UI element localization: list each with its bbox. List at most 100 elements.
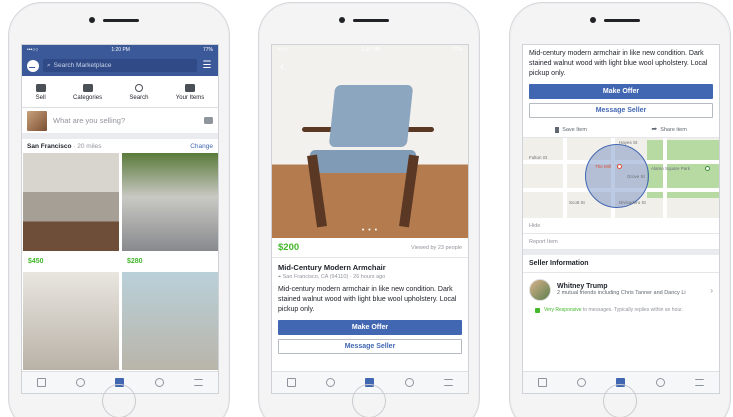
listing-photo (23, 272, 119, 370)
marketplace-header: ⌕ Search Marketplace ☰ (22, 55, 218, 76)
menu-icon[interactable] (443, 379, 453, 386)
listing-item-bike[interactable]: $280 (122, 153, 218, 268)
location-pin-icon (617, 164, 622, 169)
message-seller-button[interactable]: Message Seller (278, 339, 462, 354)
make-offer-button[interactable]: Make Offer (529, 84, 713, 99)
phone-listing-detail: •••○○ 1:20 PM 77% ‹ • • • $200 Viewed by… (258, 2, 480, 417)
map-label: Alamo Square Park (651, 166, 691, 171)
screen-seller: Mid-century modern armchair in like new … (522, 44, 720, 394)
message-seller-button[interactable]: Message Seller (529, 103, 713, 118)
photo-pager-dots[interactable]: • • • (272, 227, 468, 234)
chair-back (328, 85, 414, 147)
composer-placeholder: What are you selling? (53, 116, 126, 125)
globe-icon[interactable] (655, 378, 665, 387)
tab-your-items[interactable]: Your Items (176, 84, 204, 101)
park-pin-icon (705, 166, 710, 171)
save-item-button[interactable]: Save Item (555, 126, 587, 133)
share-icon: ➦ (651, 126, 658, 133)
battery-level: 77% (202, 47, 213, 53)
message-icon (535, 308, 540, 313)
tab-your-items-label: Your Items (175, 95, 205, 101)
seller-section-title: Seller Information (523, 255, 719, 273)
status-bar: •••○○ 1:20 PM 77% (272, 45, 468, 55)
responsiveness-text: Very Responsive to messages. Typically r… (544, 307, 683, 314)
view-count: Viewed by 23 people (411, 244, 462, 251)
avatar (529, 279, 551, 301)
save-item-label: Save Item (562, 126, 587, 133)
speaker (103, 19, 139, 22)
seller-info: Whitney Trump 2 mutual friends including… (557, 283, 704, 297)
chevron-right-icon: › (710, 285, 713, 295)
listing-photo[interactable]: •••○○ 1:20 PM 77% ‹ • • • (272, 45, 468, 238)
home-button[interactable] (603, 384, 637, 417)
screen-detail: •••○○ 1:20 PM 77% ‹ • • • $200 Viewed by… (271, 44, 469, 394)
avatar (27, 110, 47, 131)
front-camera (590, 17, 596, 23)
tab-search[interactable]: Search (129, 84, 148, 101)
bookmark-icon (555, 126, 560, 133)
share-item-label: Share item (660, 126, 687, 133)
status-bar: •••○○ 1:20 PM 77% (22, 45, 218, 55)
video-icon[interactable] (76, 378, 86, 387)
home-button[interactable] (352, 384, 386, 417)
seller-name: Whitney Trump (557, 283, 608, 290)
search-input[interactable]: ⌕ Search Marketplace (43, 59, 197, 72)
menu-icon[interactable] (694, 379, 704, 386)
tab-search-label: Search (129, 95, 149, 101)
listing-photo (122, 272, 218, 370)
speaker (353, 19, 389, 22)
video-icon[interactable] (326, 378, 336, 387)
share-item-button[interactable]: ➦ Share item (651, 126, 686, 133)
listing-item-coffee[interactable] (23, 272, 119, 387)
search-placeholder: Search Marketplace (53, 62, 112, 69)
categories-icon (82, 84, 93, 92)
camera-icon (35, 84, 46, 92)
tab-sell[interactable]: Sell (35, 84, 46, 101)
marketplace-tabs: Sell Categories Search Your Items (22, 76, 218, 108)
globe-icon[interactable] (154, 378, 164, 387)
sell-composer[interactable]: What are you selling? (22, 108, 218, 139)
report-item-link[interactable]: Report Item (523, 234, 719, 250)
listing-price: $280 (127, 258, 143, 265)
change-location-link[interactable]: Change (190, 143, 213, 150)
menu-icon[interactable] (193, 379, 203, 386)
home-button[interactable] (102, 384, 136, 417)
tab-categories[interactable]: Categories (73, 84, 102, 101)
speaker (604, 19, 640, 22)
listing-price: $200 (278, 242, 300, 253)
tab-sell-label: Sell (35, 95, 46, 101)
responsive-badge: Very Responsive (544, 307, 582, 313)
location-map[interactable]: Fulton St The Mill Grove St Alamo Square… (523, 138, 719, 218)
status-time: 1:20 PM (111, 47, 130, 53)
tab-categories-label: Categories (73, 95, 103, 101)
messenger-icon[interactable] (27, 59, 39, 72)
globe-icon[interactable] (404, 378, 414, 387)
back-icon[interactable]: ‹ (280, 59, 284, 73)
news-feed-icon[interactable] (538, 378, 548, 387)
map-label: Fulton St (529, 155, 548, 160)
phone-seller-info: Mid-century modern armchair in like new … (509, 2, 731, 417)
seller-profile-row[interactable]: Whitney Trump 2 mutual friends including… (523, 273, 719, 307)
video-icon[interactable] (577, 378, 587, 387)
make-offer-button[interactable]: Make Offer (278, 320, 462, 335)
search-icon (134, 84, 143, 92)
map-label: Hayes St (619, 140, 638, 145)
news-feed-icon[interactable] (37, 378, 47, 387)
item-actions: Save Item ➦ Share item (523, 122, 719, 138)
map-road (663, 138, 667, 218)
search-icon: ⌕ (47, 61, 51, 69)
price-row: $200 Viewed by 23 people (272, 238, 468, 258)
map-label: Scott St (569, 200, 585, 205)
profile-filter-icon[interactable]: ☰ (201, 60, 213, 71)
hide-item-link[interactable]: Hide (523, 218, 719, 234)
listing-item-sofa[interactable]: $450 (23, 153, 119, 268)
news-feed-icon[interactable] (287, 378, 297, 387)
listing-price: $450 (28, 258, 44, 265)
carrier-signal: •••○○ (27, 47, 39, 53)
camera-icon[interactable] (204, 117, 213, 124)
listing-item-table[interactable] (122, 272, 218, 387)
location-city: San Francisco (27, 142, 72, 150)
listing-grid: $450 $280 (22, 153, 218, 387)
listing-meta: ⌖ San Francisco, CA (94110) · 26 hours a… (272, 274, 468, 285)
battery-level: 77% (452, 47, 463, 53)
